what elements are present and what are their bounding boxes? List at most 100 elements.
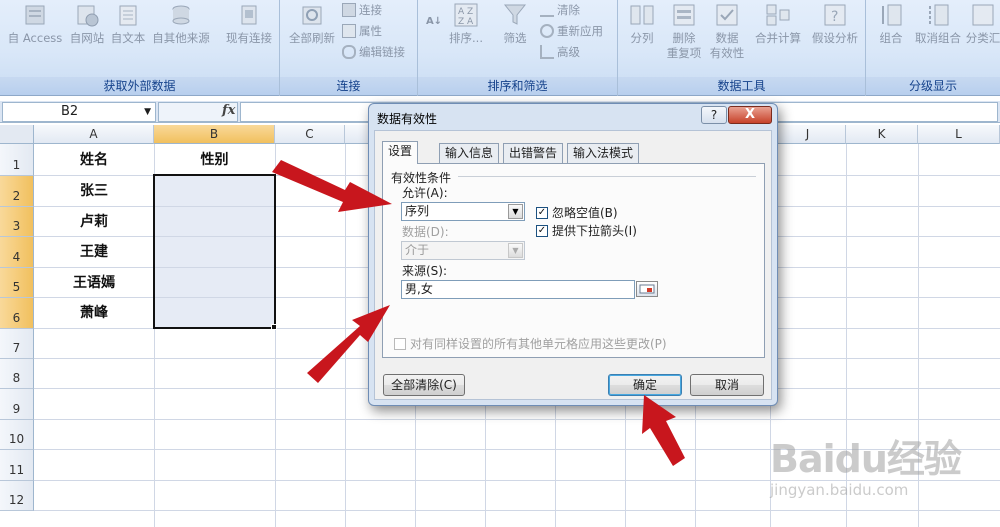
group-icon	[878, 2, 904, 28]
row-header-10[interactable]: 10	[0, 420, 34, 450]
advanced-filter-button[interactable]: 高级	[540, 44, 580, 60]
from-text-button[interactable]: 自文本	[108, 2, 148, 46]
name-box-value: B2	[61, 104, 79, 119]
cell-A3[interactable]: 卢莉	[34, 211, 154, 231]
data-validation-icon	[714, 2, 740, 28]
select-all-corner[interactable]	[0, 125, 34, 144]
insert-function-icon[interactable]: fx	[222, 103, 235, 118]
column-header-B[interactable]: B	[154, 125, 275, 144]
sort-icon: A ZZ A	[453, 2, 479, 28]
database-icon	[168, 2, 194, 28]
ribbon-group-outline: 组合 取消组合 分类汇 分级显示	[866, 0, 1000, 96]
text-file-icon	[115, 2, 141, 28]
clear-all-button[interactable]: 全部清除(C)	[383, 374, 465, 396]
filter-button[interactable]: 筛选	[498, 2, 532, 46]
tab-error-alert[interactable]: 出错警告	[503, 143, 564, 163]
chevron-down-icon[interactable]: ▼	[508, 204, 523, 219]
from-web-button[interactable]: 自网站	[64, 2, 110, 46]
name-box[interactable]: B2 ▼	[2, 102, 156, 122]
column-header-C[interactable]: C	[275, 125, 345, 144]
edit-links-button[interactable]: 编辑链接	[342, 44, 405, 60]
checkbox-unchecked-icon	[394, 337, 406, 350]
tab-ime-mode[interactable]: 输入法模式	[567, 143, 640, 163]
subtotal-button[interactable]: 分类汇	[966, 2, 1000, 46]
sort-az-button[interactable]: A↓	[424, 8, 444, 37]
sort-button[interactable]: A ZZ A 排序...	[446, 2, 486, 46]
svg-text:?: ?	[831, 9, 838, 25]
range-select-icon	[639, 284, 655, 294]
selection-border	[153, 174, 276, 329]
ribbon-group-external-data: 自 Access 自网站 自文本 自其他来源 现有连接 获取外部数据	[0, 0, 280, 96]
row-header-1[interactable]: 1	[0, 144, 34, 176]
text-to-columns-button[interactable]: 分列	[624, 2, 660, 46]
tab-input-message[interactable]: 输入信息	[439, 143, 500, 163]
remove-duplicates-icon	[671, 2, 697, 28]
data-validation-button[interactable]: 数据 有效性	[706, 2, 748, 61]
clear-filter-button[interactable]: 清除	[540, 2, 580, 18]
properties-button[interactable]: 属性	[342, 23, 382, 39]
watermark-url: jingyan.baidu.com	[770, 481, 909, 499]
apply-all-label: 对有同样设置的所有其他单元格应用这些更改(P)	[410, 337, 667, 351]
in-cell-dropdown-checkbox[interactable]: ✓ 提供下拉箭头(I)	[536, 222, 637, 239]
from-access-button[interactable]: 自 Access	[4, 2, 66, 46]
close-button[interactable]: X	[728, 106, 772, 124]
settings-panel: 有效性条件 允许(A): 序列 ▼ ✓ 忽略空值(B) ✓ 提供下拉箭头(I) …	[382, 163, 765, 358]
allow-select-value: 序列	[405, 204, 430, 218]
sort-ascending-icon: A↓	[425, 15, 443, 27]
ok-button[interactable]: 确定	[608, 374, 682, 396]
ribbon-group-sort-filter: A↓ A ZZ A 排序... 筛选 清除 重新应用 高级 排序和筛选	[418, 0, 618, 96]
reapply-button[interactable]: 重新应用	[540, 23, 603, 39]
row-header-2[interactable]: 2	[0, 176, 34, 207]
cell-B1[interactable]: 性别	[154, 149, 275, 169]
cell-A6[interactable]: 萧峰	[34, 302, 154, 322]
what-if-icon: ?	[822, 2, 848, 28]
row-header-8[interactable]: 8	[0, 359, 34, 389]
ribbon-group-connections: 全部刷新 连接 属性 编辑链接 连接	[280, 0, 418, 96]
fill-handle[interactable]	[271, 324, 277, 330]
collapse-dialog-button[interactable]	[636, 281, 658, 297]
cell-A1[interactable]: 姓名	[34, 149, 154, 169]
ungroup-button[interactable]: 取消组合	[912, 2, 964, 46]
help-button[interactable]: ?	[701, 106, 727, 124]
connections-button[interactable]: 连接	[342, 2, 382, 18]
cell-A5[interactable]: 王语嫣	[34, 272, 154, 292]
svg-text:Z A: Z A	[458, 17, 474, 27]
row-header-4[interactable]: 4	[0, 237, 34, 268]
checkbox-checked-icon: ✓	[536, 206, 548, 219]
split-columns-icon	[629, 2, 655, 28]
cell-A4[interactable]: 王建	[34, 241, 154, 261]
ribbon-group-label: 数据工具	[618, 77, 865, 95]
link-icon	[342, 3, 356, 17]
consolidate-icon	[765, 2, 791, 28]
row-header-7[interactable]: 7	[0, 329, 34, 359]
consolidate-button[interactable]: 合并计算	[752, 2, 804, 46]
row-header-9[interactable]: 9	[0, 389, 34, 420]
apply-all-checkbox[interactable]: 对有同样设置的所有其他单元格应用这些更改(P)	[394, 335, 667, 352]
source-label: 来源(S):	[402, 264, 448, 278]
tab-settings[interactable]: 设置	[382, 141, 419, 164]
allow-select[interactable]: 序列 ▼	[401, 202, 525, 221]
cancel-button[interactable]: 取消	[690, 374, 764, 396]
row-header-6[interactable]: 6	[0, 298, 34, 329]
row-header-12[interactable]: 12	[0, 481, 34, 511]
column-header-L[interactable]: L	[918, 125, 1000, 144]
remove-duplicates-button[interactable]: 删除 重复项	[664, 2, 704, 61]
data-validation-dialog: 数据有效性 ? X 设置 输入信息 出错警告 输入法模式 有效性条件 允许(A)…	[368, 103, 778, 406]
group-button[interactable]: 组合	[874, 2, 908, 46]
watermark-logo: Baidu经验	[770, 437, 962, 481]
ignore-blank-checkbox[interactable]: ✓ 忽略空值(B)	[536, 204, 618, 221]
column-header-J[interactable]: J	[770, 125, 846, 144]
what-if-analysis-button[interactable]: ? 假设分析	[808, 2, 862, 46]
row-header-3[interactable]: 3	[0, 207, 34, 237]
existing-connections-button[interactable]: 现有连接	[222, 2, 276, 46]
source-input[interactable]: 男,女	[401, 280, 635, 299]
chevron-down-icon[interactable]: ▼	[144, 103, 151, 121]
row-header-11[interactable]: 11	[0, 450, 34, 481]
clear-filter-icon	[540, 3, 554, 17]
cell-A2[interactable]: 张三	[34, 180, 154, 200]
from-other-sources-button[interactable]: 自其他来源	[150, 2, 212, 46]
refresh-all-button[interactable]: 全部刷新	[284, 2, 340, 46]
column-header-K[interactable]: K	[846, 125, 918, 144]
column-header-A[interactable]: A	[34, 125, 154, 144]
row-header-5[interactable]: 5	[0, 268, 34, 298]
